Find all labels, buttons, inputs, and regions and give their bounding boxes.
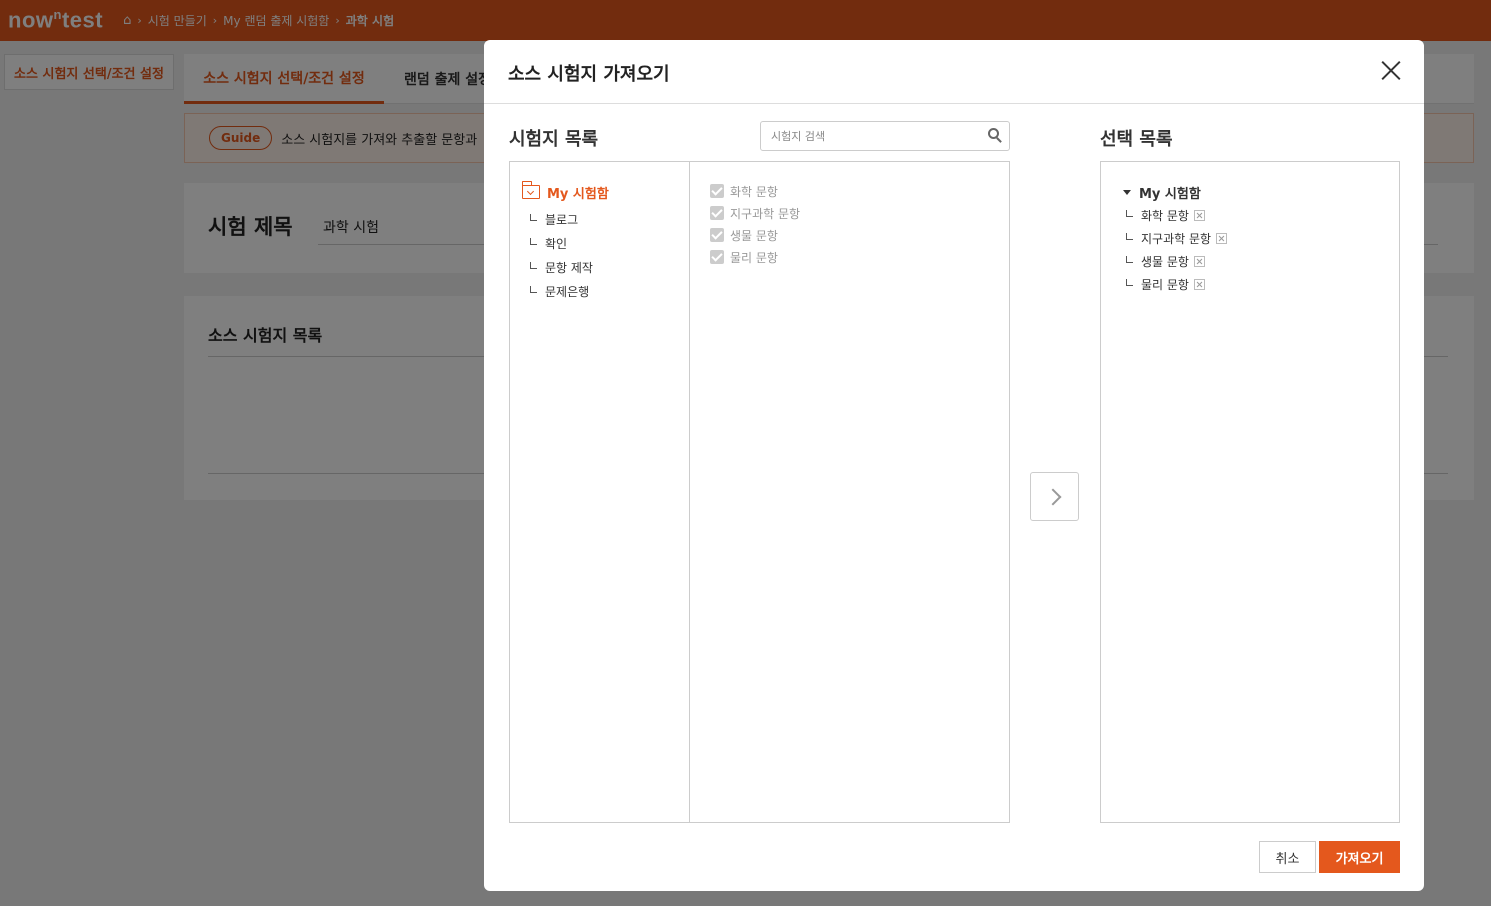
modal-header: 소스 시험지 가져오기 <box>484 40 1424 104</box>
selected-item: 화학 문항 <box>1123 204 1227 227</box>
folder-item[interactable]: 확인 <box>522 231 609 255</box>
close-icon[interactable] <box>1380 60 1402 82</box>
move-right-button[interactable] <box>1030 472 1079 521</box>
tree-branch-icon <box>1126 256 1133 263</box>
exam-label: 생물 문항 <box>730 228 778 243</box>
remove-icon[interactable] <box>1193 256 1205 267</box>
folder-item[interactable]: 문항 제작 <box>522 255 609 279</box>
folder-label: 문제은행 <box>545 284 590 299</box>
tree-branch-icon <box>530 261 537 269</box>
checkbox-checked-icon[interactable] <box>710 206 724 220</box>
folder-label: 문항 제작 <box>545 260 593 275</box>
tree-branch-icon <box>1126 279 1133 286</box>
exam-label: 물리 문항 <box>730 250 778 265</box>
folder-root-label: My 시험함 <box>547 186 609 202</box>
search-icon[interactable] <box>988 128 1003 143</box>
checkbox-checked-icon[interactable] <box>710 228 724 242</box>
exam-list-panel: My 시험함 블로그 확인 문항 제작 문제은행 화학 문항 지구과학 문항 생… <box>509 161 1010 823</box>
exam-label: 지구과학 문항 <box>730 206 801 221</box>
exam-list-title: 시험지 목록 <box>509 129 599 150</box>
selected-label: 생물 문항 <box>1141 255 1189 269</box>
folder-open-icon <box>521 181 540 199</box>
chevron-right-icon <box>1044 488 1062 506</box>
remove-icon[interactable] <box>1193 279 1205 290</box>
exam-checkbox-item[interactable]: 물리 문항 <box>710 246 800 268</box>
selected-root[interactable]: My 시험함 <box>1123 182 1227 202</box>
selected-list-title: 선택 목록 <box>1100 129 1173 150</box>
selected-label: 지구과학 문항 <box>1141 232 1212 246</box>
exam-label: 화학 문항 <box>730 184 778 199</box>
exam-checkbox-item[interactable]: 지구과학 문항 <box>710 202 800 224</box>
selected-list-panel: My 시험함 화학 문항 지구과학 문항 생물 문항 물리 문항 <box>1100 161 1400 823</box>
remove-icon[interactable] <box>1216 233 1228 244</box>
exam-search-input[interactable] <box>760 121 1010 151</box>
selected-item: 생물 문항 <box>1123 250 1227 273</box>
folder-label: 블로그 <box>545 212 579 227</box>
selected-root-label: My 시험함 <box>1139 186 1201 202</box>
folder-item[interactable]: 블로그 <box>522 207 609 231</box>
folder-label: 확인 <box>545 236 568 251</box>
checkbox-checked-icon[interactable] <box>710 184 724 198</box>
selected-label: 화학 문항 <box>1141 209 1189 223</box>
tree-branch-icon <box>1126 233 1133 240</box>
cancel-button[interactable]: 취소 <box>1259 841 1316 873</box>
import-source-modal: 소스 시험지 가져오기 시험지 목록 선택 목록 My 시험함 블로그 확인 문… <box>484 40 1424 891</box>
selected-item: 지구과학 문항 <box>1123 227 1228 250</box>
panel-divider <box>689 162 690 822</box>
import-button[interactable]: 가져오기 <box>1319 841 1400 873</box>
selected-tree: My 시험함 화학 문항 지구과학 문항 생물 문항 물리 문항 <box>1123 182 1228 296</box>
selected-label: 물리 문항 <box>1141 278 1189 292</box>
tree-branch-icon <box>530 285 537 293</box>
folder-root[interactable]: My 시험함 <box>521 181 609 202</box>
tree-branch-icon <box>530 213 537 221</box>
tree-branch-icon <box>530 237 537 245</box>
exam-checkbox-item[interactable]: 생물 문항 <box>710 224 800 246</box>
remove-icon[interactable] <box>1193 210 1205 221</box>
modal-title: 소스 시험지 가져오기 <box>508 64 670 85</box>
exam-checkbox-item[interactable]: 화학 문항 <box>710 180 800 202</box>
checkbox-checked-icon[interactable] <box>710 250 724 264</box>
exam-checklist: 화학 문항 지구과학 문항 생물 문항 물리 문항 <box>710 180 800 268</box>
folder-tree: My 시험함 블로그 확인 문항 제작 문제은행 <box>521 181 609 303</box>
caret-down-icon[interactable] <box>1123 189 1131 195</box>
selected-item: 물리 문항 <box>1123 273 1227 296</box>
tree-branch-icon <box>1126 210 1133 217</box>
folder-item[interactable]: 문제은행 <box>522 279 609 303</box>
